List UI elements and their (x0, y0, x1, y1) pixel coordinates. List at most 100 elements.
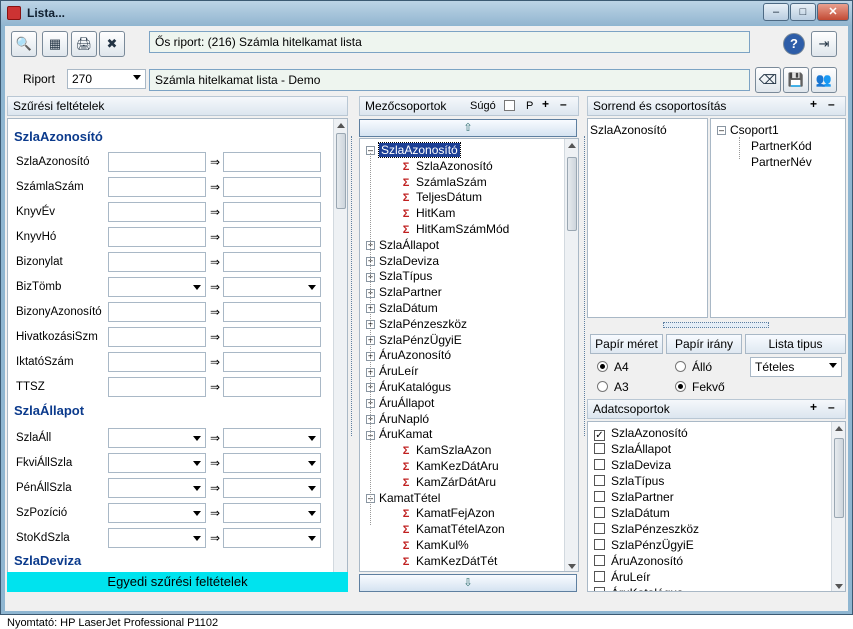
tree-node[interactable]: + ÁruLeír (366, 364, 418, 378)
filter-to-input[interactable] (223, 302, 321, 322)
sort-item[interactable]: SzlaAzonosító (590, 123, 667, 137)
data-group-item[interactable]: SzlaDátum (594, 506, 670, 520)
minus-icon[interactable]: – (828, 97, 835, 111)
save-icon[interactable]: 💾 (783, 67, 809, 93)
data-group-item[interactable]: SzlaPartner (594, 490, 674, 504)
tree-node[interactable]: + ÁruNapló (366, 412, 429, 426)
minus-icon[interactable]: – (560, 97, 567, 111)
tree-node[interactable]: Σ SzlaAzonosító (400, 159, 493, 173)
data-group-item[interactable]: SzlaÁllapot (594, 442, 671, 456)
filter-from-input[interactable] (108, 428, 206, 448)
scroll-thumb[interactable] (567, 157, 577, 231)
scroll-down-icon[interactable] (568, 564, 576, 569)
checkbox[interactable] (594, 555, 605, 566)
custom-filter-button[interactable]: Egyedi szűrési feltételek (7, 572, 348, 592)
filter-to-input[interactable] (223, 152, 321, 172)
tree-node[interactable]: Σ TeljesDátum (400, 190, 482, 204)
delete-icon[interactable]: ✖ (99, 31, 125, 57)
filter-to-input[interactable] (223, 528, 321, 548)
checkbox[interactable] (594, 539, 605, 550)
checkbox[interactable] (594, 491, 605, 502)
filter-from-input[interactable] (108, 377, 206, 397)
filter-from-input[interactable] (108, 177, 206, 197)
filter-to-input[interactable] (223, 202, 321, 222)
data-group-item[interactable]: ÁruLeír (594, 570, 650, 584)
plus-icon[interactable]: + (810, 400, 817, 414)
data-group-item[interactable]: ÁruAzonosító (594, 554, 683, 568)
data-group-item[interactable]: ✓ SzlaAzonosító (594, 426, 688, 441)
filter-from-input[interactable] (108, 352, 206, 372)
filter-to-input[interactable] (223, 453, 321, 473)
tree-node[interactable]: Σ KamKul% (400, 538, 469, 552)
tree-node[interactable]: + SzlaTípus (366, 269, 432, 283)
tree-node[interactable]: + ÁruÁllapot (366, 396, 434, 410)
data-groups-scrollbar[interactable] (831, 422, 845, 591)
sort-list[interactable]: SzlaAzonosító (587, 118, 708, 318)
tree-node[interactable]: Σ HitKam (400, 206, 456, 220)
plus-icon[interactable]: + (542, 97, 549, 111)
group-child[interactable]: PartnerKód (751, 139, 812, 153)
tree-node[interactable]: – KamatTétel (366, 491, 440, 505)
maximize-button[interactable]: □ (790, 3, 816, 21)
help-icon[interactable]: ? (783, 33, 805, 55)
printer-icon[interactable]: 🖨 (71, 31, 97, 57)
move-down-button[interactable]: ⇩ (359, 574, 577, 592)
scroll-thumb[interactable] (336, 133, 346, 209)
filter-from-input[interactable] (108, 252, 206, 272)
radio-a3[interactable]: A3 (597, 380, 629, 394)
users-icon[interactable]: 👥 (811, 67, 837, 93)
scroll-thumb[interactable] (834, 438, 844, 518)
checkbox[interactable] (594, 507, 605, 518)
filter-to-input[interactable] (223, 352, 321, 372)
move-up-button[interactable]: ⇧ (359, 119, 577, 137)
collapse-icon[interactable]: – (717, 126, 726, 136)
filter-to-input[interactable] (223, 478, 321, 498)
data-group-item[interactable]: SzlaDeviza (594, 458, 671, 472)
exit-icon[interactable]: ⇥ (811, 31, 837, 57)
splitter-right[interactable] (579, 136, 585, 436)
group-tree[interactable]: – Csoport1 PartnerKód PartnerNév (710, 118, 846, 318)
group-child[interactable]: PartnerNév (751, 155, 812, 169)
tree-node[interactable]: Σ KamatFejAzon (400, 506, 495, 520)
minimize-button[interactable]: – (763, 3, 789, 21)
checkbox[interactable] (594, 523, 605, 534)
checkbox[interactable] (594, 571, 605, 582)
sugo-checkbox[interactable] (504, 100, 515, 111)
data-group-item[interactable]: ÁruKatalógus (594, 586, 683, 591)
filter-from-input[interactable] (108, 503, 206, 523)
splitter-left[interactable] (351, 136, 357, 436)
tree-node[interactable]: – ÁruKamat (366, 427, 432, 441)
tree-node[interactable]: + SzlaPartner (366, 285, 442, 299)
filter-from-input[interactable] (108, 302, 206, 322)
radio-a4[interactable]: A4 (597, 360, 629, 374)
calculator-icon[interactable]: ▦ (42, 31, 68, 57)
checkbox[interactable] (594, 587, 605, 591)
plus-icon[interactable]: + (810, 97, 817, 111)
tree-scrollbar[interactable] (564, 139, 578, 571)
radio-allo[interactable]: Álló (675, 360, 712, 374)
tree-node[interactable]: – SzlaAzonosító (366, 142, 461, 158)
scroll-up-icon[interactable] (835, 426, 843, 431)
checkbox[interactable] (594, 475, 605, 486)
tree-node[interactable]: Σ KamKezDátAru (400, 459, 499, 473)
splitter-horizontal[interactable] (663, 322, 769, 328)
filter-to-input[interactable] (223, 327, 321, 347)
filter-from-input[interactable] (108, 152, 206, 172)
filter-from-input[interactable] (108, 478, 206, 498)
tree-node[interactable]: Σ KamZárDátAru (400, 475, 496, 489)
checkbox[interactable]: ✓ (594, 430, 605, 441)
eraser-icon[interactable]: ⌫ (755, 67, 781, 93)
tree-node[interactable]: Σ KamKezDátTét (400, 554, 498, 568)
scroll-up-icon[interactable] (568, 143, 576, 148)
tree-node[interactable]: Σ HitKamSzámMód (400, 222, 510, 236)
tree-node[interactable]: + SzlaPénzeszköz (366, 317, 467, 331)
scroll-up-icon[interactable] (337, 123, 345, 128)
filter-to-input[interactable] (223, 252, 321, 272)
tree-node[interactable]: + SzlaÁllapot (366, 238, 439, 252)
tree-node[interactable]: Σ KamSzlaAzon (400, 443, 492, 457)
tree-node[interactable]: + SzlaDátum (366, 301, 438, 315)
filter-to-input[interactable] (223, 503, 321, 523)
tree-node[interactable]: Σ SzámlaSzám (400, 175, 487, 189)
checkbox[interactable] (594, 459, 605, 470)
filter-to-input[interactable] (223, 277, 321, 297)
